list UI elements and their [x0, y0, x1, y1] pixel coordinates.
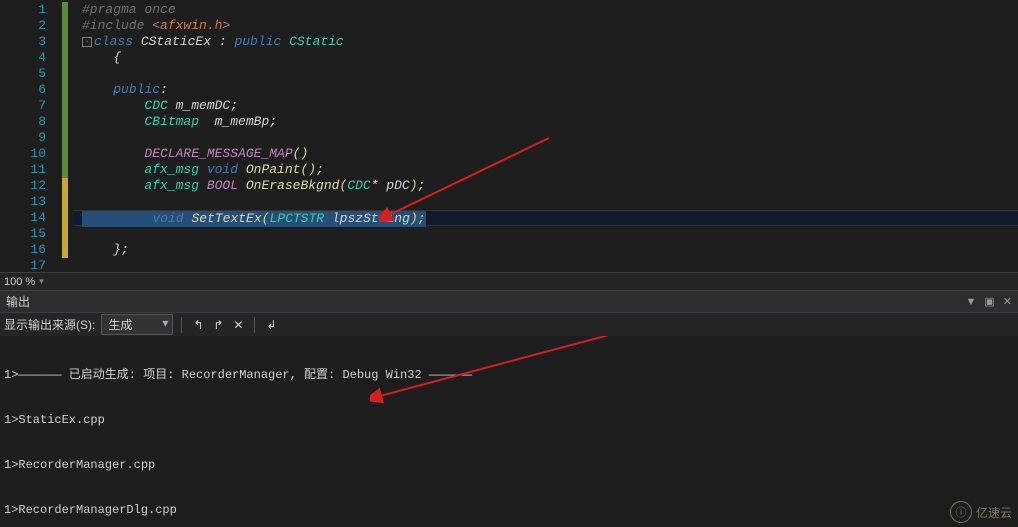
- goto-next-icon[interactable]: ↱: [210, 317, 226, 333]
- toggle-wrap-icon[interactable]: ↲: [263, 317, 279, 333]
- zoom-bar[interactable]: 100 % ▾: [0, 272, 1018, 290]
- change-indicator-bar: [60, 0, 74, 272]
- output-panel-title: 输出: [6, 293, 957, 310]
- output-line: 1>—————— 已启动生成: 项目: RecorderManager, 配置:…: [4, 368, 1014, 383]
- goto-prev-icon[interactable]: ↰: [190, 317, 206, 333]
- code-editor[interactable]: 1 2 3 4 5 6 7 8 9 10 11 12 13 14 15 16 1…: [0, 0, 1018, 272]
- pin-icon[interactable]: ▣: [984, 295, 994, 308]
- output-line: 1>StaticEx.cpp: [4, 413, 1014, 428]
- dropdown-icon[interactable]: ▼: [965, 296, 976, 308]
- zoom-level[interactable]: 100 %: [4, 276, 35, 288]
- output-toolbar: 显示输出来源(S): 生成 ↰ ↱ ✕ ↲: [0, 312, 1018, 336]
- clear-icon[interactable]: ✕: [230, 317, 246, 333]
- output-line: 1>RecorderManagerDlg.cpp: [4, 503, 1014, 518]
- output-source-combo[interactable]: 生成: [101, 314, 173, 335]
- zoom-dropdown-icon[interactable]: ▾: [39, 276, 44, 287]
- output-source-label: 显示输出来源(S):: [4, 316, 95, 333]
- close-icon[interactable]: ✕: [1003, 295, 1012, 308]
- code-content[interactable]: #pragma once #include <afxwin.h> -class …: [74, 0, 1018, 272]
- watermark: ⓘ 亿速云: [950, 501, 1012, 523]
- output-body[interactable]: 1>—————— 已启动生成: 项目: RecorderManager, 配置:…: [0, 336, 1018, 527]
- selected-line[interactable]: void SetTextEx(LPCTSTR lpszString);: [82, 211, 426, 227]
- output-line: 1>RecorderManager.cpp: [4, 458, 1014, 473]
- fold-toggle-icon[interactable]: -: [82, 37, 92, 47]
- output-panel-header[interactable]: 输出 ▼ ▣ ✕: [0, 290, 1018, 312]
- line-number-gutter: 1 2 3 4 5 6 7 8 9 10 11 12 13 14 15 16 1…: [0, 0, 60, 272]
- watermark-icon: ⓘ: [950, 501, 972, 523]
